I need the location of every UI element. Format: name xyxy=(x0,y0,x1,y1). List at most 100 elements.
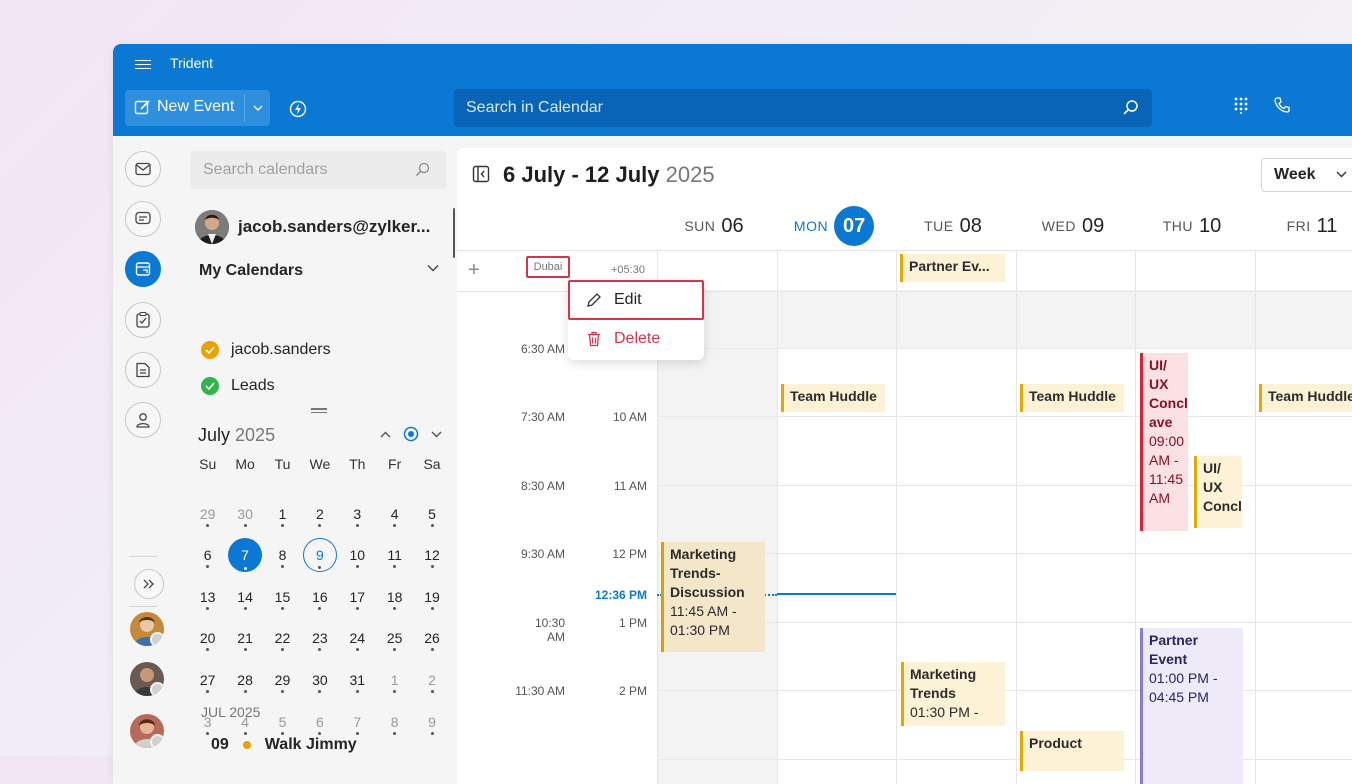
mini-calendar-day[interactable]: 1 xyxy=(267,499,297,529)
event-indicator-dot xyxy=(206,606,210,610)
event-marketing-trends-tue[interactable]: Marketing Trends 01:30 PM - xyxy=(901,662,1005,726)
contacts-app-button[interactable] xyxy=(125,402,161,438)
mini-calendar-day[interactable]: 19 xyxy=(417,582,447,612)
contact-avatar[interactable] xyxy=(130,714,164,748)
delete-menu-item[interactable]: Delete xyxy=(568,320,704,358)
mini-calendar-day[interactable]: 4 xyxy=(380,499,410,529)
mini-calendar-day[interactable]: 9 xyxy=(302,538,337,573)
mini-calendar-day[interactable]: 12 xyxy=(417,540,447,570)
event-team-huddle-mon[interactable]: Team Huddle xyxy=(781,384,885,412)
mini-calendar-day[interactable]: 22 xyxy=(267,623,297,653)
phone-icon[interactable] xyxy=(1273,96,1291,114)
mini-calendar-day[interactable]: 25 xyxy=(380,623,410,653)
resize-handle-icon[interactable] xyxy=(311,406,327,415)
mini-calendar-day[interactable]: 7 xyxy=(342,707,372,737)
mini-calendar-day[interactable]: 3 xyxy=(342,499,372,529)
mini-calendar-day[interactable]: 31 xyxy=(342,665,372,695)
mini-calendar-day[interactable]: 8 xyxy=(380,707,410,737)
notes-app-button[interactable] xyxy=(125,352,161,388)
mini-calendar-day[interactable]: 27 xyxy=(193,665,223,695)
timezone-label[interactable]: Dubai xyxy=(526,256,570,278)
calendar-item-leads[interactable]: Leads xyxy=(201,377,275,395)
account-row[interactable]: jacob.sanders@zylker... xyxy=(195,210,430,244)
mini-calendar-day[interactable]: 9 xyxy=(417,707,447,737)
mini-calendar-day[interactable]: 7 xyxy=(228,538,263,573)
mini-calendar-day[interactable]: 6 xyxy=(193,540,223,570)
event-product-wed[interactable]: Product xyxy=(1020,731,1124,771)
day-header-wed[interactable]: WED 09 xyxy=(1013,202,1133,250)
event-uiux-conclave-thu[interactable]: UI/ UX Concl ave 09:00 AM - 11:45 AM xyxy=(1140,353,1188,531)
mini-calendar-day[interactable]: 11 xyxy=(380,540,410,570)
chat-app-button[interactable] xyxy=(125,201,161,237)
collapse-sidebar-icon[interactable] xyxy=(472,165,490,183)
event-indicator-dot xyxy=(430,606,434,610)
mail-app-button[interactable] xyxy=(125,151,161,187)
event-marketing-trends-sun[interactable]: Marketing Trends- Discussion 11:45 AM - … xyxy=(661,542,765,652)
mini-calendar-day[interactable]: 2 xyxy=(417,665,447,695)
chevron-down-icon[interactable] xyxy=(427,262,439,274)
mini-calendar-day[interactable]: 5 xyxy=(417,499,447,529)
mini-calendar-day[interactable]: 17 xyxy=(342,582,372,612)
my-calendars-header[interactable]: My Calendars xyxy=(199,262,439,280)
day-number: 29 xyxy=(274,671,291,688)
mini-calendar-day[interactable]: 13 xyxy=(193,582,223,612)
mini-calendar-day[interactable]: 28 xyxy=(230,665,260,695)
hamburger-menu-icon[interactable] xyxy=(135,57,151,71)
mini-calendar-day[interactable]: 10 xyxy=(342,540,372,570)
today-target-icon[interactable] xyxy=(403,426,419,442)
mini-calendar-day[interactable]: 23 xyxy=(305,623,335,653)
tasks-app-button[interactable] xyxy=(125,302,161,338)
mini-calendar-day[interactable]: 20 xyxy=(193,623,223,653)
mini-calendar-day[interactable]: 29 xyxy=(193,499,223,529)
quick-action-icon[interactable] xyxy=(289,100,307,118)
sidebar-scrollbar[interactable] xyxy=(453,208,455,258)
new-event-button[interactable]: New Event xyxy=(125,90,270,126)
day-header-fri[interactable]: FRI 11 xyxy=(1252,202,1352,250)
mini-calendar-day[interactable]: 24 xyxy=(342,623,372,653)
agenda-item[interactable]: 09 Walk Jimmy xyxy=(211,736,357,754)
view-selector[interactable]: Week xyxy=(1261,158,1352,192)
day-number: 2 xyxy=(428,671,436,688)
mini-calendar-day[interactable]: 1 xyxy=(380,665,410,695)
check-icon[interactable] xyxy=(201,341,219,359)
mini-calendar-day[interactable]: 15 xyxy=(267,582,297,612)
calendar-app-button[interactable] xyxy=(125,251,161,287)
mini-calendar-day[interactable]: 21 xyxy=(230,623,260,653)
mini-calendar-day[interactable]: 14 xyxy=(230,582,260,612)
day-header-mon[interactable]: MON 07 xyxy=(774,202,894,250)
event-partner-allday[interactable]: Partner Ev... xyxy=(900,254,1005,282)
event-team-huddle-wed[interactable]: Team Huddle xyxy=(1020,384,1124,412)
event-team-huddle-fri[interactable]: Team Huddle xyxy=(1259,384,1352,412)
mini-calendar-day[interactable]: 2 xyxy=(305,499,335,529)
contact-avatar[interactable] xyxy=(130,662,164,696)
day-number: 5 xyxy=(278,713,287,730)
mini-calendar-day[interactable]: 16 xyxy=(305,582,335,612)
day-header-sun[interactable]: SUN 06 xyxy=(654,202,774,250)
event-uiux-conclave-thu-2[interactable]: UI/ UX Concl xyxy=(1194,456,1242,528)
search-icon[interactable] xyxy=(1122,99,1140,117)
day-header-tue[interactable]: TUE 08 xyxy=(893,202,1013,250)
calendar-search-bar[interactable]: Search in Calendar xyxy=(454,89,1152,127)
mini-calendar-day[interactable]: 26 xyxy=(417,623,447,653)
mini-calendar-day[interactable]: 8 xyxy=(267,540,297,570)
mini-calendar-day[interactable]: 18 xyxy=(380,582,410,612)
chevron-down-icon[interactable] xyxy=(431,431,442,438)
calendar-search-input[interactable]: Search calendars xyxy=(190,151,446,189)
mini-calendar-day[interactable]: 30 xyxy=(305,665,335,695)
day-header-thu[interactable]: THU 10 xyxy=(1132,202,1252,250)
trash-icon xyxy=(588,331,600,347)
mini-calendar-day[interactable]: 5 xyxy=(267,707,297,737)
check-icon[interactable] xyxy=(201,377,219,395)
dialpad-icon[interactable] xyxy=(1233,96,1249,114)
chevron-up-icon[interactable] xyxy=(380,431,391,438)
mini-calendar-day[interactable]: 29 xyxy=(267,665,297,695)
expand-rail-button[interactable] xyxy=(134,569,164,599)
mini-calendar-day[interactable]: 30 xyxy=(230,499,260,529)
contact-avatar[interactable] xyxy=(130,612,164,646)
calendar-item-jacob[interactable]: jacob.sanders xyxy=(201,341,331,359)
add-timezone-icon[interactable]: + xyxy=(468,259,480,282)
new-event-dropdown[interactable] xyxy=(245,90,270,126)
edit-menu-item[interactable]: Edit xyxy=(568,280,704,320)
mini-calendar-day[interactable]: 6 xyxy=(305,707,335,737)
event-partner-thu[interactable]: Partner Event 01:00 PM - 04:45 PM xyxy=(1140,628,1243,784)
